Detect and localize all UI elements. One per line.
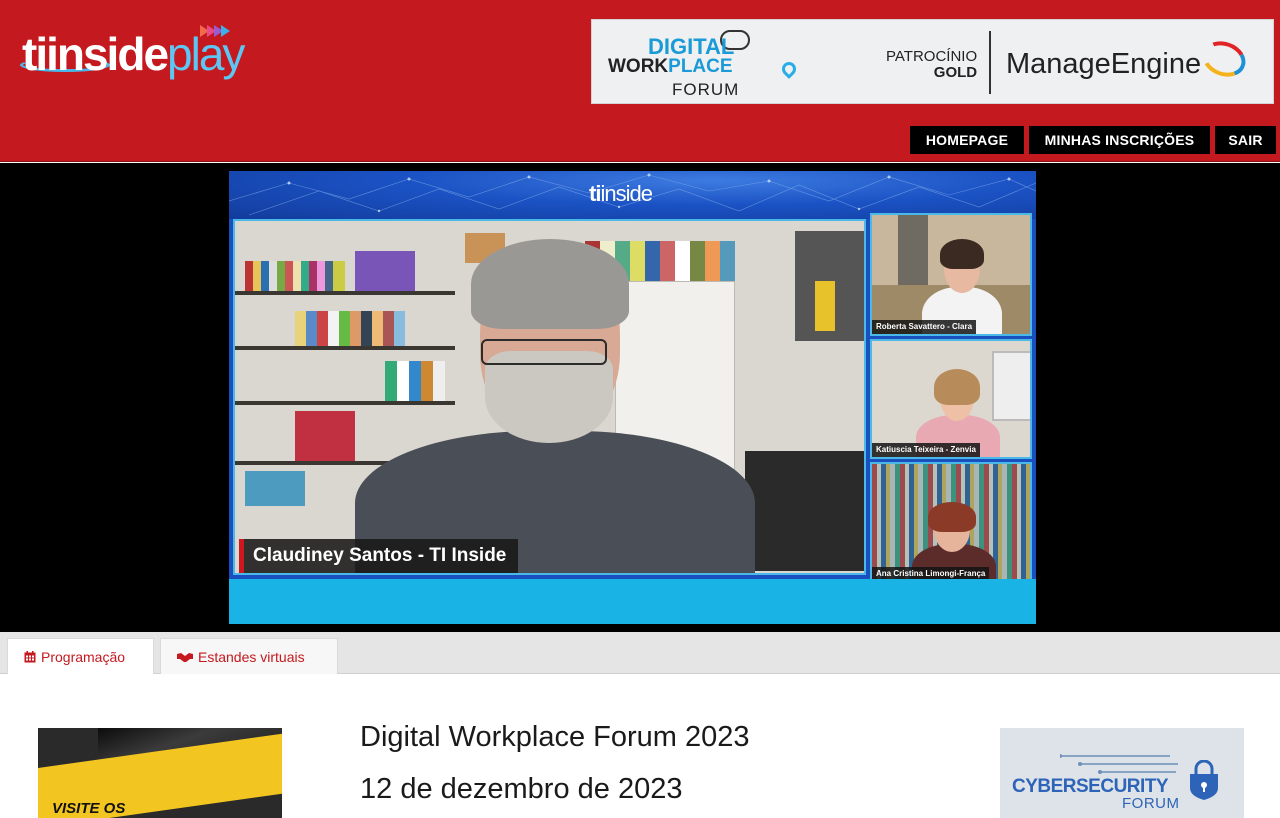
tab-label: Estandes virtuais xyxy=(198,649,305,665)
box xyxy=(295,411,355,461)
event-date: 12 de dezembro de 2023 xyxy=(360,773,683,805)
shelf xyxy=(235,346,455,350)
box xyxy=(355,251,415,291)
participant-hair xyxy=(928,502,976,532)
cybersecurity-forum-ad[interactable]: CYBERSECURITY FORUM xyxy=(1000,728,1244,818)
books xyxy=(295,311,405,346)
shelf xyxy=(235,291,455,295)
tiinside-play-logo[interactable]: tiinsideplay xyxy=(20,25,282,86)
frame-bottom-bar xyxy=(229,579,1036,624)
sponsor-label: PATROCÍNIO GOLD xyxy=(886,48,978,81)
fireplace xyxy=(898,215,928,285)
digital-workplace-forum-logo: DIGITAL WORKPLACE FORUM xyxy=(608,28,799,99)
window xyxy=(992,351,1030,421)
nav-homepage-button[interactable]: HOMEPAGE xyxy=(910,126,1024,154)
participant-hair xyxy=(940,239,984,269)
participant-name-tag: Roberta Savattero - Clara xyxy=(872,320,977,334)
location-pin-icon xyxy=(779,59,799,79)
wall-picture-accent xyxy=(815,281,835,331)
tab-estandes-virtuais[interactable]: Estandes virtuais xyxy=(160,638,338,674)
tab-label: Programação xyxy=(41,649,126,665)
nav-logout-button[interactable]: SAIR xyxy=(1215,126,1276,154)
lock-shield-icon xyxy=(1190,760,1218,800)
books xyxy=(385,361,445,401)
participant-video-1[interactable]: Roberta Savattero - Clara xyxy=(870,213,1032,336)
cybersecurity-subtitle: FORUM xyxy=(1122,795,1180,812)
books xyxy=(245,261,345,291)
main-speaker-video[interactable]: Claudiney Santos - TI Inside xyxy=(233,219,866,575)
manageengine-arc-icon xyxy=(1197,35,1251,83)
speaker-hair xyxy=(471,239,629,329)
calendar-icon xyxy=(24,651,36,663)
participant-hair xyxy=(934,369,980,405)
tab-programacao[interactable]: Programação xyxy=(7,638,154,674)
video-player[interactable]: tiinside Claudiney Santos - TI Inside Ro… xyxy=(0,163,1280,632)
visit-stands-ad[interactable]: VISITE OS xyxy=(38,728,282,818)
site-header: tiinsideplay DIGITAL WORKPLACE FORUM PAT… xyxy=(0,0,1280,162)
box xyxy=(245,471,305,506)
speaker-glasses xyxy=(481,339,607,365)
tabs-bar: Programação Estandes virtuais xyxy=(0,632,1280,674)
manageengine-logo: ManageEngine xyxy=(1006,48,1202,80)
sponsor-banner[interactable]: DIGITAL WORKPLACE FORUM PATROCÍNIO GOLD … xyxy=(591,19,1274,104)
event-title: Digital Workplace Forum 2023 xyxy=(360,721,750,753)
dark-box xyxy=(745,451,864,571)
nav-my-registrations-button[interactable]: MINHAS INSCRIÇÕES xyxy=(1029,126,1210,154)
tiinside-watermark: tiinside xyxy=(589,181,653,206)
video-frame[interactable]: tiinside Claudiney Santos - TI Inside Ro… xyxy=(229,171,1036,624)
circuit-lines-icon xyxy=(1060,754,1178,774)
divider xyxy=(989,31,991,94)
participant-name-tag: Katiuscia Teixeira - Zenvia xyxy=(872,443,980,457)
logo-text: tiinsideplay xyxy=(22,28,245,80)
logo-line-workplace: WORKPLACE xyxy=(608,56,733,77)
participant-video-2[interactable]: Katiuscia Teixeira - Zenvia xyxy=(870,339,1032,459)
shelf xyxy=(235,401,455,405)
logo-line-forum: FORUM xyxy=(672,80,740,99)
ad-text: VISITE OS xyxy=(52,800,126,817)
handshake-icon xyxy=(177,653,193,662)
speaker-name-tag: Claudiney Santos - TI Inside xyxy=(239,539,519,573)
participant-video-3[interactable]: Ana Cristina Limongi-França xyxy=(870,462,1032,583)
